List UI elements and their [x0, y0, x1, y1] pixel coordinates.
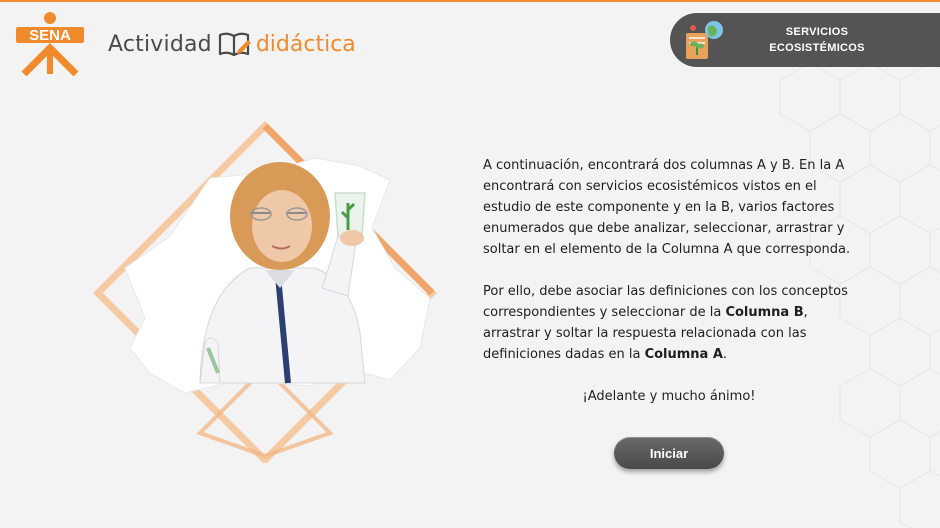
activity-title-part2: didáctica: [255, 31, 356, 57]
instructions: A continuación, encontrará dos columnas …: [483, 155, 863, 365]
ecosystem-icon: [686, 21, 723, 59]
scientist-illustration: [93, 121, 437, 463]
top-accent-line: [0, 0, 940, 2]
module-title-line1: SERVICIOS: [785, 26, 849, 38]
instructions-paragraph-2: Por ello, debe asociar las definiciones …: [483, 281, 863, 365]
activity-title-part1: Actividad: [108, 31, 212, 57]
activity-title: Actividad didáctica: [108, 28, 356, 60]
column-b-label: Columna B: [725, 305, 804, 320]
start-button[interactable]: Iniciar: [614, 437, 724, 469]
sena-logo: SENA: [16, 12, 84, 76]
instructions-paragraph-1: A continuación, encontrará dos columnas …: [483, 158, 851, 257]
column-a-label: Columna A: [644, 347, 723, 362]
book-pencil-icon: [218, 32, 251, 57]
module-title: SERVICIOS ECOSISTÉMICOS: [742, 24, 892, 56]
p2-text-e: .: [722, 347, 728, 362]
encouragement-text: ¡Adelante y mucho ánimo!: [582, 389, 756, 404]
logo-text: SENA: [29, 27, 71, 44]
module-badge: SERVICIOS ECOSISTÉMICOS: [670, 13, 940, 67]
module-title-line2: ECOSISTÉMICOS: [769, 42, 865, 54]
